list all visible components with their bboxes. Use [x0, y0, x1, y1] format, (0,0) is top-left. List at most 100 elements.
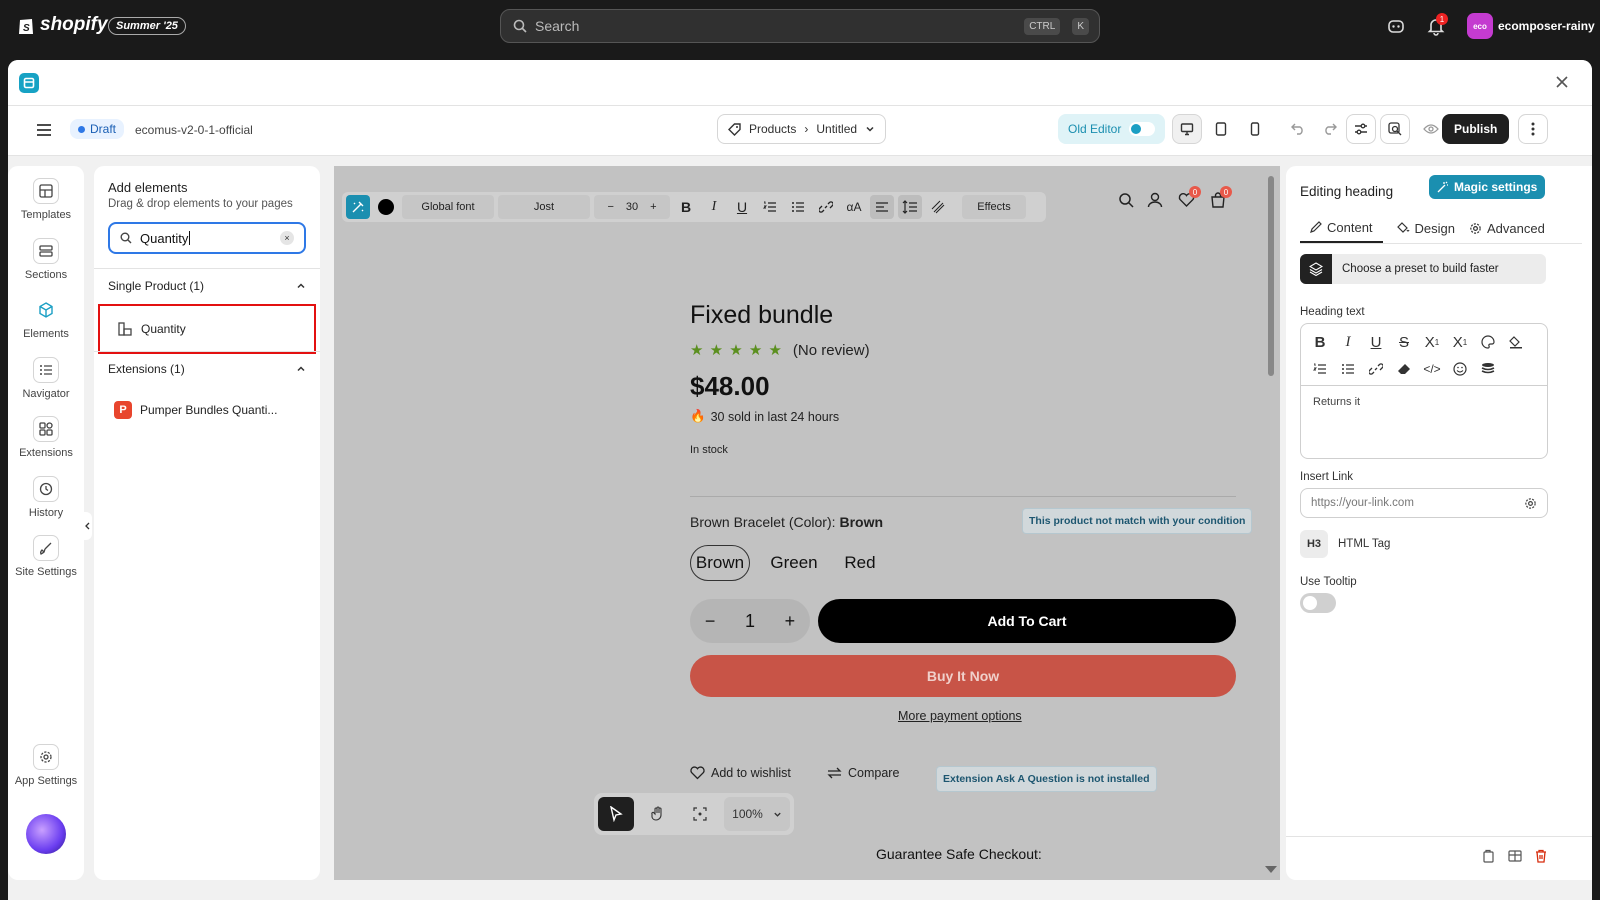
text-case-icon[interactable]: αA: [842, 195, 866, 219]
fit-screen-button[interactable]: [682, 797, 718, 831]
rail-extensions[interactable]: Extensions: [8, 416, 84, 459]
store-account-icon[interactable]: [1147, 192, 1163, 208]
close-icon[interactable]: [1555, 75, 1569, 89]
decrease-size-icon[interactable]: −: [607, 201, 613, 213]
compare-link[interactable]: Compare: [827, 766, 899, 780]
old-editor-toggle[interactable]: Old Editor: [1058, 114, 1166, 144]
buy-now-button[interactable]: Buy It Now: [690, 655, 1236, 697]
font-scope-select[interactable]: Global font: [402, 195, 494, 219]
publish-button[interactable]: Publish: [1442, 114, 1510, 144]
add-to-wishlist-link[interactable]: Add to wishlist: [690, 766, 791, 780]
shopify-logo[interactable]: S shopify: [18, 14, 108, 36]
ecomposer-app-icon[interactable]: [19, 73, 39, 93]
store-search-icon[interactable]: [1118, 192, 1134, 208]
scroll-down-arrow-icon[interactable]: [1265, 866, 1277, 873]
font-family-select[interactable]: Jost: [498, 195, 590, 219]
element-quantity[interactable]: Quantity: [98, 304, 316, 354]
hand-tool-button[interactable]: [640, 797, 676, 831]
select-tool-button[interactable]: [598, 797, 634, 831]
ai-write-icon[interactable]: [346, 195, 370, 219]
account-menu[interactable]: eco ecomposer-rainy: [1467, 13, 1595, 39]
italic-icon[interactable]: I: [702, 195, 726, 219]
text-color-swatch[interactable]: [374, 195, 398, 219]
mobile-view-button[interactable]: [1240, 114, 1270, 144]
quantity-value[interactable]: 1: [745, 611, 755, 632]
link-icon[interactable]: [1363, 357, 1389, 381]
canvas-scrollbar[interactable]: [1268, 176, 1274, 376]
rail-history[interactable]: History: [8, 476, 84, 519]
variant-green[interactable]: Green: [764, 545, 824, 581]
old-editor-switch[interactable]: [1129, 122, 1156, 136]
clear-format-icon[interactable]: [926, 195, 950, 219]
undo-button[interactable]: [1283, 114, 1313, 144]
bold-icon[interactable]: B: [674, 195, 698, 219]
eraser-icon[interactable]: [1391, 357, 1417, 381]
italic-icon[interactable]: I: [1335, 330, 1361, 354]
link-input[interactable]: https://your-link.com: [1300, 488, 1548, 518]
page-settings-button[interactable]: [1346, 114, 1376, 144]
extension-pumper-bundles[interactable]: P Pumper Bundles Quanti...: [114, 401, 277, 419]
desktop-view-button[interactable]: [1172, 114, 1202, 144]
more-payment-link[interactable]: More payment options: [898, 709, 1022, 723]
add-to-cart-button[interactable]: Add To Cart: [818, 599, 1236, 643]
sidekick-icon[interactable]: [1387, 17, 1405, 35]
align-left-icon[interactable]: [870, 195, 894, 219]
rail-site-settings[interactable]: Site Settings: [8, 535, 84, 578]
redo-button[interactable]: [1315, 114, 1345, 144]
product-title[interactable]: Fixed bundle: [690, 301, 833, 330]
link-icon[interactable]: [814, 195, 838, 219]
page-selector[interactable]: Products › Untitled: [717, 114, 887, 144]
effects-button[interactable]: Effects: [962, 195, 1026, 219]
rail-sections[interactable]: Sections: [8, 238, 84, 281]
bullet-list-icon[interactable]: [786, 195, 810, 219]
palette-icon[interactable]: [1475, 330, 1501, 354]
rail-navigator[interactable]: Navigator: [8, 357, 84, 400]
subscript-icon[interactable]: X1: [1419, 330, 1445, 354]
tab-content[interactable]: Content: [1300, 213, 1383, 243]
magic-settings-button[interactable]: Magic settings: [1429, 175, 1546, 199]
underline-icon[interactable]: U: [1363, 330, 1389, 354]
code-icon[interactable]: </>: [1419, 357, 1445, 381]
preset-button[interactable]: Choose a preset to build faster: [1300, 254, 1546, 284]
group-extensions[interactable]: Extensions (1): [94, 351, 320, 385]
duplicate-icon[interactable]: [1508, 849, 1522, 863]
bold-icon[interactable]: B: [1307, 330, 1333, 354]
rail-templates[interactable]: Templates: [8, 178, 84, 221]
emoji-icon[interactable]: [1447, 357, 1473, 381]
variant-brown[interactable]: Brown: [690, 545, 750, 581]
rail-elements[interactable]: Elements: [8, 297, 84, 340]
html-tag-select[interactable]: H3 HTML Tag: [1300, 530, 1390, 558]
strikethrough-icon[interactable]: S: [1391, 330, 1417, 354]
underline-icon[interactable]: U: [730, 195, 754, 219]
clear-search-icon[interactable]: ×: [280, 231, 294, 245]
ordered-list-icon[interactable]: [1307, 357, 1333, 381]
highlight-icon[interactable]: [1503, 330, 1529, 354]
collapse-panel-handle[interactable]: [84, 512, 92, 540]
ordered-list-icon[interactable]: [758, 195, 782, 219]
global-search[interactable]: Search CTRL K: [500, 9, 1100, 43]
preview-search-button[interactable]: [1380, 114, 1410, 144]
bullet-list-icon[interactable]: [1335, 357, 1361, 381]
more-options-button[interactable]: [1518, 114, 1548, 144]
tablet-view-button[interactable]: [1206, 114, 1236, 144]
tab-design[interactable]: Design: [1396, 213, 1455, 243]
heading-text-value[interactable]: Returns it: [1301, 386, 1547, 418]
database-icon[interactable]: [1475, 357, 1501, 381]
quantity-increase-button[interactable]: +: [785, 611, 796, 632]
trash-icon[interactable]: [1534, 849, 1548, 863]
increase-size-icon[interactable]: +: [650, 201, 656, 213]
zoom-select[interactable]: 100%: [724, 797, 790, 831]
group-single-product[interactable]: Single Product (1): [94, 268, 320, 302]
copy-icon[interactable]: [1481, 849, 1495, 863]
line-height-icon[interactable]: [898, 195, 922, 219]
gear-icon[interactable]: [1524, 497, 1537, 510]
superscript-icon[interactable]: X1: [1447, 330, 1473, 354]
tooltip-toggle[interactable]: [1300, 593, 1336, 613]
tab-advanced[interactable]: Advanced: [1469, 213, 1545, 243]
edition-badge[interactable]: Summer '25: [108, 17, 186, 35]
quantity-decrease-button[interactable]: −: [705, 611, 716, 632]
variant-red[interactable]: Red: [838, 545, 882, 581]
rail-app-settings[interactable]: App Settings: [8, 744, 84, 787]
element-search-input[interactable]: Quantity ×: [108, 222, 306, 254]
font-size-stepper[interactable]: − 30 +: [594, 195, 670, 219]
